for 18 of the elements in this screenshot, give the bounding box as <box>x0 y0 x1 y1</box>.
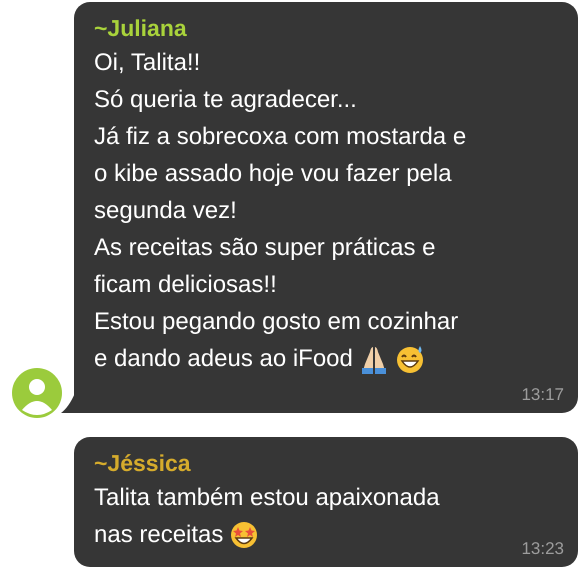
message-text: o kibe assado hoje vou fazer pela <box>94 159 452 189</box>
message-text: ficam deliciosas!! <box>94 270 277 300</box>
avatar-icon[interactable] <box>12 368 62 418</box>
message-time: 13:17 <box>521 385 564 405</box>
star-struck-icon <box>229 520 260 550</box>
message-text: Talita também estou apaixonada <box>94 483 440 513</box>
message-text: e dando adeus ao iFood <box>94 344 353 374</box>
message-text: Já fiz a sobrecoxa com mostarda e <box>94 122 466 152</box>
message-text: nas receitas <box>94 520 224 550</box>
message-text: Oi, Talita!! <box>94 48 200 78</box>
message-text: segunda vez! <box>94 196 237 226</box>
message-text: Estou pegando gosto em cozinhar <box>94 307 458 337</box>
message-time: 13:23 <box>521 539 564 559</box>
message-text: Só queria te agradecer... <box>94 85 357 115</box>
sender-name: ~Jéssica <box>94 449 191 478</box>
message-text: As receitas são super práticas e <box>94 233 436 263</box>
grinning-sweat-icon <box>394 344 425 374</box>
sender-name: ~Juliana <box>94 14 187 43</box>
